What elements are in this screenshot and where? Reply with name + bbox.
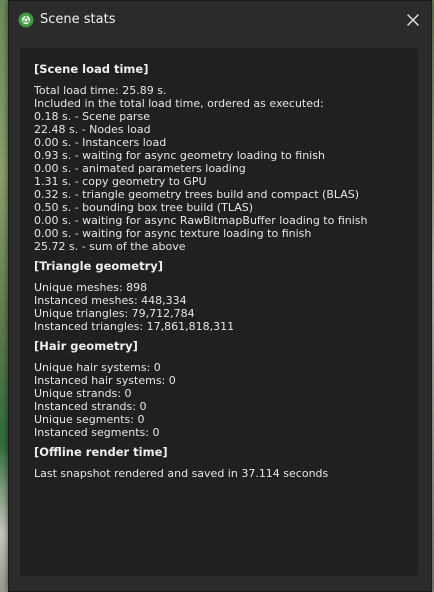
stat-line: Instanced triangles: 17,861,818,311 <box>34 320 235 333</box>
stat-line: 22.48 s. - Nodes load <box>34 123 151 136</box>
app-logo-icon <box>18 12 34 28</box>
stat-line: 0.18 s. - Scene parse <box>34 110 150 123</box>
stat-line: Instanced segments: 0 <box>34 426 160 439</box>
stat-line: Last snapshot rendered and saved in 37.1… <box>34 467 329 480</box>
stats-content: [Scene load time] Total load time: 25.89… <box>34 62 412 486</box>
stat-line: 1.31 s. - copy geometry to GPU <box>34 175 207 188</box>
section-hair-geometry: [Hair geometry] Unique hair systems: 0 I… <box>34 339 412 439</box>
stat-line: Instanced hair systems: 0 <box>34 374 176 387</box>
section-heading: [Offline render time] <box>34 445 168 459</box>
close-button[interactable] <box>403 10 423 30</box>
section-heading: [Scene load time] <box>34 62 149 76</box>
stats-panel: [Scene load time] Total load time: 25.89… <box>20 48 418 576</box>
stat-line: Unique segments: 0 <box>34 413 145 426</box>
section-scene-load-time: [Scene load time] Total load time: 25.89… <box>34 62 412 253</box>
scene-stats-window: Scene stats [Scene load time] Total load… <box>8 0 432 592</box>
stat-line: 0.00 s. - Instancers load <box>34 136 167 149</box>
stat-line: Instanced meshes: 448,334 <box>34 294 187 307</box>
stat-line: 0.50 s. - bounding box tree build (TLAS) <box>34 201 254 214</box>
window-title: Scene stats <box>40 12 116 27</box>
section-triangle-geometry: [Triangle geometry] Unique meshes: 898 I… <box>34 259 412 333</box>
stat-line: 0.93 s. - waiting for async geometry loa… <box>34 149 325 162</box>
stat-line: Unique triangles: 79,712,784 <box>34 307 195 320</box>
stat-line: Unique hair systems: 0 <box>34 361 161 374</box>
close-icon <box>407 14 419 26</box>
section-offline-render-time: [Offline render time] Last snapshot rend… <box>34 445 412 480</box>
stat-line: 0.00 s. - animated parameters loading <box>34 162 246 175</box>
stat-line: Unique strands: 0 <box>34 387 132 400</box>
stat-line: 25.72 s. - sum of the above <box>34 240 186 253</box>
stat-line: 0.00 s. - waiting for async RawBitmapBuf… <box>34 214 368 227</box>
stat-line: Instanced strands: 0 <box>34 400 147 413</box>
stat-line: Unique meshes: 898 <box>34 281 148 294</box>
stat-line: 0.00 s. - waiting for async texture load… <box>34 227 312 240</box>
stat-line: 0.32 s. - triangle geometry trees build … <box>34 188 360 201</box>
title-bar[interactable]: Scene stats <box>9 1 431 39</box>
section-heading: [Triangle geometry] <box>34 259 164 273</box>
section-heading: [Hair geometry] <box>34 339 138 353</box>
stat-line: Total load time: 25.89 s. <box>34 84 167 97</box>
stat-line: Included in the total load time, ordered… <box>34 97 324 110</box>
